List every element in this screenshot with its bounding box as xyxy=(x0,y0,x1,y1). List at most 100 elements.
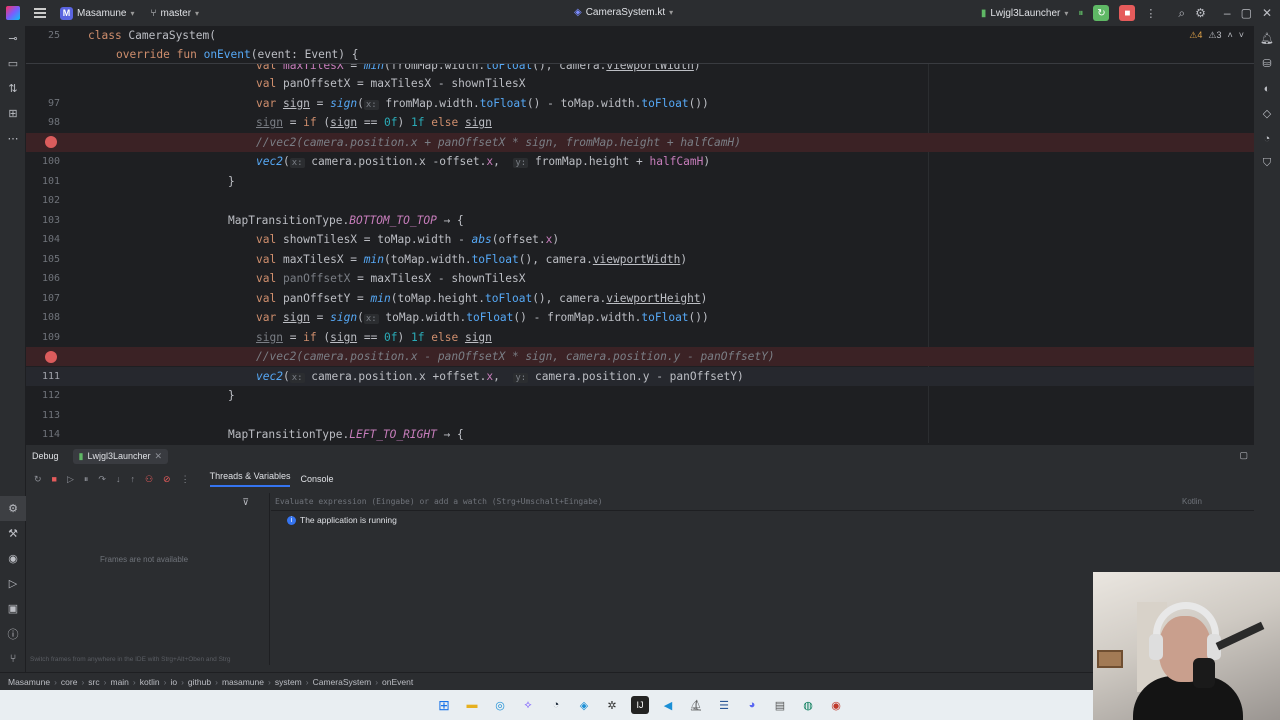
discord-icon[interactable]: ◕ xyxy=(743,696,761,714)
breadcrumb-folder[interactable]: github xyxy=(188,677,211,687)
debug-session-tab[interactable]: ▮ Lwjgl3Launcher ✕ xyxy=(72,448,169,464)
notepad-icon[interactable]: ▤ xyxy=(771,696,789,714)
step-out-icon[interactable]: ↑ xyxy=(130,474,135,484)
app-icon[interactable]: ◉ xyxy=(827,696,845,714)
breadcrumb-folder[interactable]: main xyxy=(110,677,128,687)
breadcrumb-folder[interactable]: kotlin xyxy=(140,677,160,687)
search-icon[interactable]: ⌕ xyxy=(1178,6,1185,21)
project-selector[interactable]: M Masamune ▾ xyxy=(60,6,134,20)
intellij-icon[interactable]: IJ xyxy=(631,696,649,714)
breadcrumb-folder[interactable]: masamune xyxy=(222,677,264,687)
webcam-microphone xyxy=(1193,658,1215,688)
git-icon[interactable]: ⑂ xyxy=(0,646,26,671)
settings-gear-icon[interactable]: ⚙ xyxy=(1195,6,1206,20)
debug-tool-icon[interactable]: ⚙ xyxy=(0,496,26,521)
pause-icon[interactable]: ⏸ xyxy=(1078,8,1083,19)
minimize-icon[interactable]: – xyxy=(1224,6,1231,20)
breadcrumb-project[interactable]: Masamune xyxy=(8,677,50,687)
pull-requests-icon[interactable]: ⇅ xyxy=(0,76,26,101)
breakpoint-icon[interactable] xyxy=(45,136,57,149)
more-tools-icon[interactable]: ⋯ xyxy=(0,126,26,151)
evaluate-expression-input[interactable]: Evaluate expression (Eingabe) or add a w… xyxy=(271,493,1254,511)
main-menu-icon[interactable] xyxy=(34,8,46,18)
code-line: 101 } xyxy=(26,172,1254,191)
close-icon[interactable]: ✕ xyxy=(1262,6,1272,20)
breadcrumb-function[interactable]: onEvent xyxy=(382,677,413,687)
file-explorer-icon[interactable]: ▬ xyxy=(463,696,481,714)
app-icon[interactable]: ⛵︎ xyxy=(687,696,705,714)
code-editor[interactable]: ⚠4 ⚠3 ˄ ˅ 25 class CameraSystem( overrid… xyxy=(26,26,1254,443)
rerun-debug-button[interactable]: ↻ xyxy=(1093,5,1110,21)
inspection-widget[interactable]: ⚠4 ⚠3 ˄ ˅ xyxy=(1189,30,1244,41)
file-selector[interactable]: ◈ CameraSystem.kt ▾ xyxy=(574,7,673,18)
close-icon[interactable]: ✕ xyxy=(155,451,163,462)
services-icon[interactable]: ◉ xyxy=(0,546,26,571)
line-number: 25 xyxy=(47,30,60,42)
chevron-down-icon[interactable]: ˅ xyxy=(1239,30,1244,41)
stop-button[interactable]: ■ xyxy=(1119,5,1136,21)
view-breakpoints-icon[interactable]: ⚇ xyxy=(145,474,153,485)
evaluate-placeholder: Evaluate expression (Eingabe) or add a w… xyxy=(275,497,603,506)
structure-icon[interactable]: ⊞ xyxy=(0,101,26,126)
more-icon[interactable]: ⋮ xyxy=(1145,7,1156,20)
filter-icon[interactable]: ⊽ xyxy=(242,497,249,508)
sticky-line: 25 class CameraSystem( xyxy=(26,26,1254,45)
webcam-headphone-cup xyxy=(1149,634,1163,660)
chatgpt-icon[interactable]: ✲ xyxy=(603,696,621,714)
weak-warning-count: ⚠3 xyxy=(1208,30,1222,40)
chevron-up-icon[interactable]: ˄ xyxy=(1227,30,1232,41)
breadcrumb-class[interactable]: CameraSystem xyxy=(313,677,372,687)
terminal-icon[interactable]: ▣ xyxy=(0,596,26,621)
project-badge: M xyxy=(60,6,73,20)
stop-icon[interactable]: ■ xyxy=(52,474,57,484)
run-tool-icon[interactable]: ▷ xyxy=(0,571,26,596)
breakpoint-icon[interactable] xyxy=(45,350,57,363)
breadcrumb-folder[interactable]: system xyxy=(275,677,302,687)
breadcrumb-module[interactable]: core xyxy=(61,677,78,687)
rerun-icon[interactable]: ↻ xyxy=(34,474,42,485)
line-number: 114 xyxy=(41,429,60,441)
edge-browser-icon[interactable]: ◎ xyxy=(491,696,509,714)
step-into-icon[interactable]: ↓ xyxy=(116,474,121,484)
mute-breakpoints-icon[interactable]: ⊘ xyxy=(163,474,171,485)
tab-console[interactable]: Console xyxy=(300,474,333,484)
run-config-selector[interactable]: ▮ Lwjgl3Launcher ▾ xyxy=(981,8,1069,19)
notifications-icon[interactable]: 🔔︎ xyxy=(1254,26,1280,51)
windows-start-icon[interactable]: ⊞ xyxy=(435,696,453,714)
webcam-overlay xyxy=(1093,572,1280,720)
build-icon[interactable]: ⚒ xyxy=(0,521,26,546)
database-icon[interactable]: ⛁ xyxy=(1254,51,1280,76)
ai-assistant-icon[interactable]: ◇ xyxy=(1254,101,1280,126)
commit-icon[interactable]: ⊸ xyxy=(0,26,26,51)
tab-threads-variables[interactable]: Threads & Variables xyxy=(209,471,291,487)
pause-icon[interactable]: ⏸ xyxy=(84,474,89,485)
branch-icon: ⑂ xyxy=(150,7,157,19)
breadcrumb-folder[interactable]: src xyxy=(88,677,99,687)
app-icon[interactable]: ◍ xyxy=(799,696,817,714)
language-selector[interactable]: Kotlin xyxy=(1182,497,1202,506)
more-icon[interactable]: ⋮ xyxy=(181,474,190,485)
line-number: 104 xyxy=(41,234,60,246)
expand-panel-icon[interactable]: ▢ xyxy=(1239,450,1248,461)
breadcrumb-folder[interactable]: io xyxy=(170,677,177,687)
app-icon[interactable]: ⟡ xyxy=(519,696,537,714)
code-text: vec2(x: camera.position.x +offset.x, y: … xyxy=(256,369,744,383)
resume-icon[interactable]: ▷ xyxy=(67,474,74,485)
code-line: 108 var sign = sign(x: toMap.width.toFlo… xyxy=(26,308,1254,327)
code-text: sign = if (sign == 0f) 1f else sign xyxy=(256,116,492,130)
step-over-icon[interactable]: ↷ xyxy=(98,474,106,485)
branch-selector[interactable]: ⑂ master ▾ xyxy=(150,8,199,19)
maximize-icon[interactable]: ▢ xyxy=(1241,6,1252,20)
security-shield-icon[interactable]: ⛉ xyxy=(1254,151,1280,176)
app-icon[interactable]: ☰ xyxy=(715,696,733,714)
line-number: 112 xyxy=(41,390,60,402)
problems-icon[interactable]: ⓘ xyxy=(0,621,26,646)
app-icon[interactable]: ◈ xyxy=(575,696,593,714)
gradle-icon[interactable]: ◐ xyxy=(1254,76,1280,101)
steam-icon[interactable]: ◔ xyxy=(547,696,565,714)
code-line-breakpoint: //vec2(camera.position.x + panOffsetX * … xyxy=(26,132,1254,152)
vscode-icon[interactable]: ◀ xyxy=(659,696,677,714)
copilot-icon[interactable]: ◔ xyxy=(1254,126,1280,151)
sticky-lines: 25 class CameraSystem( override fun onEv… xyxy=(26,26,1254,64)
project-folder-icon[interactable]: ▭ xyxy=(0,51,26,76)
